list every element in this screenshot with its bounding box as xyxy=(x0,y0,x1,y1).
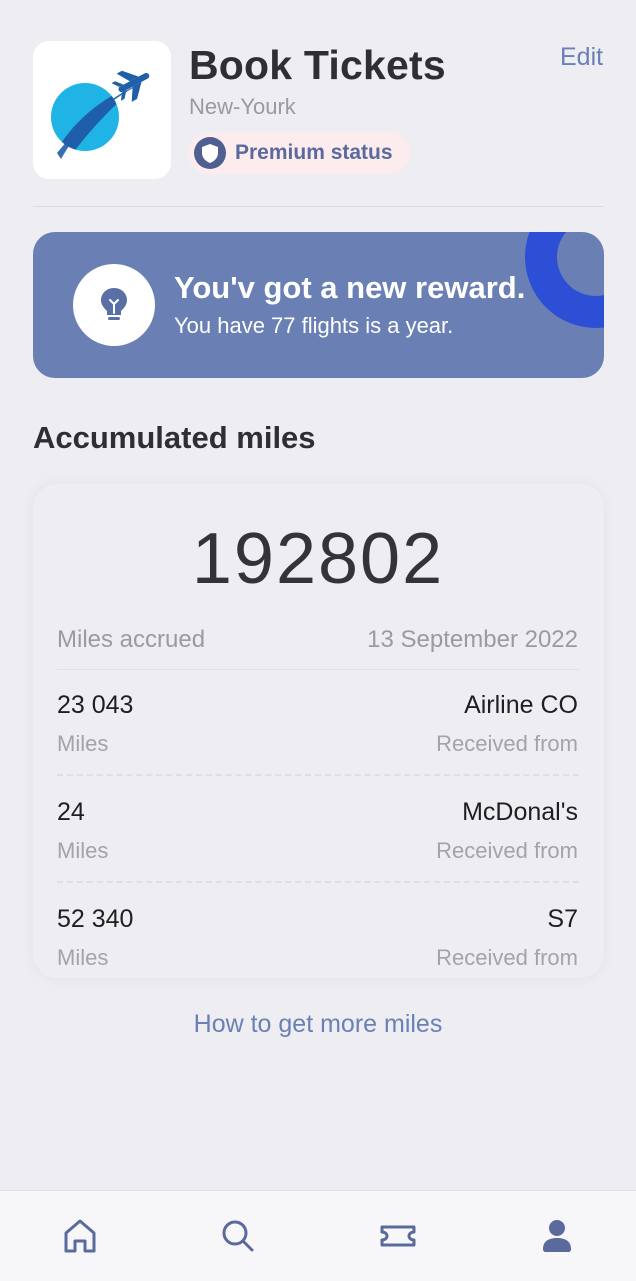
total-miles: 192802 xyxy=(191,519,445,599)
header-divider xyxy=(33,206,604,207)
premium-status-label: Premium status xyxy=(235,141,393,164)
miles-accrued-label: Miles accrued xyxy=(57,626,206,653)
shield-icon xyxy=(194,137,226,169)
entry-amount: 52 340 xyxy=(57,905,134,933)
search-icon xyxy=(222,1220,254,1252)
nav-search[interactable] xyxy=(215,1213,261,1259)
entry-unit: Miles xyxy=(57,838,109,863)
entry-amount: 23 043 xyxy=(57,691,134,719)
ticket-icon xyxy=(380,1225,416,1247)
entry-received-label: Received from xyxy=(436,731,578,756)
entry-separator xyxy=(57,881,579,883)
nav-tickets[interactable] xyxy=(375,1213,421,1259)
entry-source: Airline CO xyxy=(464,691,578,719)
entry-amount: 24 xyxy=(57,798,85,826)
reward-banner[interactable]: You'v got a new reward. You have 77 flig… xyxy=(33,232,604,378)
entry-received-label: Received from xyxy=(436,838,578,863)
decorative-ring xyxy=(525,232,604,328)
profile-icon xyxy=(543,1220,571,1252)
entry-source: S7 xyxy=(547,905,578,933)
airplane-logo-icon xyxy=(51,70,150,159)
card-divider xyxy=(57,669,579,670)
entry-separator xyxy=(57,774,579,776)
page-title: Book Tickets xyxy=(189,42,446,88)
edit-button[interactable]: Edit xyxy=(560,43,603,72)
lightbulb-icon xyxy=(101,288,127,320)
home-icon xyxy=(64,1219,96,1253)
entry-unit: Miles xyxy=(57,731,109,756)
entry-unit: Miles xyxy=(57,945,109,970)
bottom-nav xyxy=(0,1190,636,1281)
app-logo xyxy=(33,41,171,179)
city-label: New-Yourk xyxy=(189,94,296,119)
entry-received-label: Received from xyxy=(436,945,578,970)
lightbulb-icon-circle xyxy=(73,264,155,346)
nav-profile[interactable] xyxy=(534,1213,580,1259)
reward-title: You'v got a new reward. xyxy=(174,270,526,305)
premium-status-badge: Premium status xyxy=(188,132,410,174)
nav-home[interactable] xyxy=(57,1213,103,1259)
reward-subtitle: You have 77 flights is a year. xyxy=(174,313,454,338)
entry-source: McDonal's xyxy=(462,798,578,826)
section-title: Accumulated miles xyxy=(33,420,316,455)
more-miles-link[interactable]: How to get more miles xyxy=(0,1010,636,1039)
miles-accrued-date: 13 September 2022 xyxy=(367,626,578,653)
